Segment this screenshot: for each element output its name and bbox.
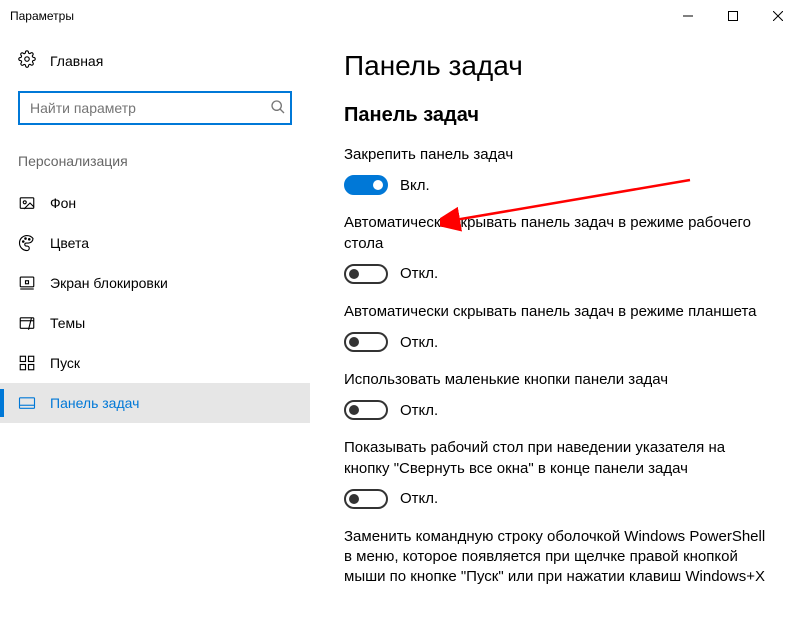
sidebar-item-colors[interactable]: Цвета [0,223,310,263]
toggle-autohide-tablet[interactable] [344,332,388,352]
sidebar-item-themes[interactable]: Темы [0,303,310,343]
picture-icon [18,194,36,212]
toggle-state: Откл. [400,265,438,282]
toggle-state: Откл. [400,490,438,507]
sidebar-item-label: Цвета [50,235,89,251]
start-icon [18,354,36,372]
sidebar-item-label: Панель задач [50,395,139,411]
sidebar-section: Персонализация [0,145,310,183]
sidebar-item-label: Темы [50,315,85,331]
setting-autohide-desktop: Автоматически скрывать панель задач в ре… [344,213,770,284]
sidebar-item-label: Фон [50,195,76,211]
sidebar-item-lockscreen[interactable]: Экран блокировки [0,263,310,303]
sidebar-item-start[interactable]: Пуск [0,343,310,383]
setting-peek-desktop: Показывать рабочий стол при наведении ук… [344,438,770,509]
close-button[interactable] [755,0,800,32]
sidebar-item-taskbar[interactable]: Панель задач [0,383,310,423]
toggle-autohide-desktop[interactable] [344,264,388,284]
sidebar-item-background[interactable]: Фон [0,183,310,223]
maximize-button[interactable] [710,0,755,32]
content-area: Панель задач Панель задач Закрепить пане… [310,32,800,631]
toggle-small-buttons[interactable] [344,400,388,420]
titlebar: Параметры [0,0,800,32]
setting-label: Заменить командную строку оболочкой Wind… [344,527,770,588]
search-input-wrapper[interactable] [18,91,292,125]
setting-label: Автоматически скрывать панель задач в ре… [344,302,770,322]
setting-label: Использовать маленькие кнопки панели зад… [344,370,770,390]
themes-icon [18,314,36,332]
setting-powershell: Заменить командную строку оболочкой Wind… [344,527,770,588]
minimize-button[interactable] [665,0,710,32]
toggle-peek-desktop[interactable] [344,489,388,509]
window-title: Параметры [10,9,74,23]
sidebar-item-label: Экран блокировки [50,275,168,291]
search-icon [270,99,286,118]
palette-icon [18,234,36,252]
sidebar-home-label: Главная [50,53,103,69]
toggle-state: Вкл. [400,177,430,194]
setting-autohide-tablet: Автоматически скрывать панель задач в ре… [344,302,770,352]
setting-label: Закрепить панель задач [344,145,770,165]
toggle-state: Откл. [400,402,438,419]
gear-icon [18,50,36,71]
setting-label: Автоматически скрывать панель задач в ре… [344,213,770,254]
taskbar-icon [18,394,36,412]
search-input[interactable] [30,100,270,116]
section-heading: Панель задач [344,104,770,127]
toggle-state: Откл. [400,334,438,351]
setting-small-buttons: Использовать маленькие кнопки панели зад… [344,370,770,420]
sidebar-item-label: Пуск [50,355,80,371]
setting-lock-taskbar: Закрепить панель задач Вкл. [344,145,770,195]
sidebar: Главная Персонализация Фон Цвета Э [0,32,310,631]
lockscreen-icon [18,274,36,292]
sidebar-home[interactable]: Главная [0,40,310,81]
page-title: Панель задач [344,50,770,82]
setting-label: Показывать рабочий стол при наведении ук… [344,438,770,479]
toggle-lock-taskbar[interactable] [344,175,388,195]
